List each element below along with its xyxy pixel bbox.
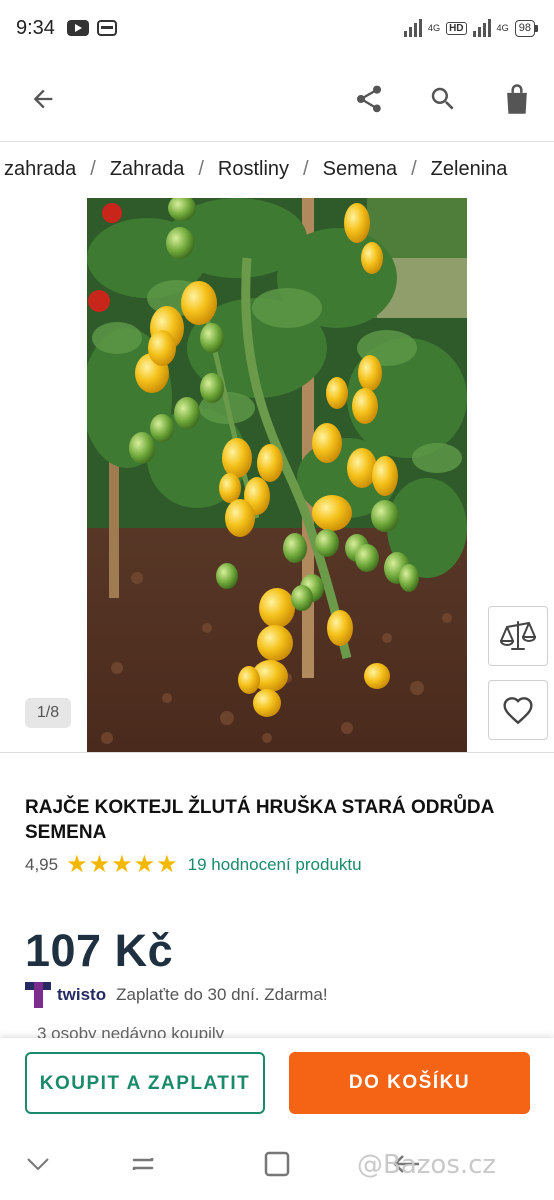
image-counter: 1/8 (25, 698, 71, 728)
signal-icon (403, 19, 422, 37)
network-type: 4G (496, 23, 509, 33)
heart-icon (503, 697, 533, 725)
share-button[interactable] (344, 74, 394, 124)
compare-button[interactable] (488, 606, 548, 666)
message-icon (96, 20, 117, 36)
breadcrumb-item[interactable]: Zelenina (431, 158, 508, 181)
twisto-row: twisto Zaplaťte do 30 dní. Zdarma! (25, 982, 328, 1008)
nav-home-button[interactable] (257, 1144, 297, 1184)
recents-icon (132, 1158, 154, 1170)
cart-button[interactable] (492, 74, 542, 124)
reviews-link[interactable]: 19 hodnocení produktu (188, 855, 362, 875)
signal-icon (472, 19, 491, 37)
network-type: 4G (427, 23, 441, 33)
battery-level: 98 (514, 19, 535, 37)
twisto-text: Zaplaťte do 30 dní. Zdarma! (116, 985, 328, 1004)
favorite-button[interactable] (488, 680, 548, 740)
nav-hide-button[interactable] (18, 1144, 58, 1184)
status-bar: 9:34 4G HD 4G 98 (0, 0, 554, 56)
product-price: 107 Kč (25, 925, 174, 976)
battery-icon: 98 (514, 19, 538, 37)
rating-row: 4,95 ★ ★ ★ ★ ★ 19 hodnocení produktu (25, 853, 362, 877)
rating-stars: ★ ★ ★ ★ ★ (66, 853, 178, 877)
star-icon: ★ (156, 851, 178, 878)
product-title: RAJČE KOKTEJL ŽLUTÁ HRUŠKA STARÁ ODRŮDA … (25, 797, 494, 843)
tomato-plant-photo (87, 198, 467, 752)
breadcrumb-item[interactable]: Zahrada (110, 158, 185, 181)
product-image[interactable] (87, 198, 467, 752)
back-button[interactable] (18, 74, 68, 124)
twisto-icon (25, 982, 51, 1008)
youtube-icon (66, 20, 89, 36)
shopping-bag-icon (507, 84, 527, 114)
star-icon: ★ (66, 851, 88, 878)
watermark: @Bazos.cz (357, 1150, 497, 1180)
action-bar: KOUPIT A ZAPLATIT DO KOŠÍKU (0, 1038, 554, 1130)
star-icon: ★ (111, 851, 133, 878)
status-time: 9:34 (16, 16, 55, 39)
search-button[interactable] (418, 74, 468, 124)
twisto-brand: twisto (57, 985, 107, 1004)
breadcrumb-item[interactable]: Semena (323, 158, 398, 181)
star-icon: ★ (88, 851, 111, 878)
app-header (0, 56, 554, 142)
add-to-cart-button[interactable]: DO KOŠÍKU (289, 1052, 530, 1114)
share-icon (357, 85, 381, 113)
hd-icon: HD (446, 21, 467, 35)
chevron-down-icon (27, 1158, 49, 1171)
breadcrumb-item[interactable]: Rostliny (218, 158, 289, 181)
buy-now-button[interactable]: KOUPIT A ZAPLATIT (25, 1052, 265, 1114)
twisto-logo: twisto (25, 982, 106, 1008)
rating-value: 4,95 (25, 855, 59, 874)
breadcrumb-item[interactable]: zahrada (4, 158, 76, 181)
breadcrumb: zahrada / Zahrada / Rostliny / Semena / … (4, 158, 508, 181)
search-icon (431, 87, 454, 110)
scales-icon (499, 621, 537, 650)
home-square-icon (264, 1151, 290, 1177)
star-icon: ★ (133, 851, 156, 878)
back-arrow-icon (33, 89, 53, 109)
nav-recents-button[interactable] (124, 1144, 164, 1184)
divider (0, 752, 554, 753)
